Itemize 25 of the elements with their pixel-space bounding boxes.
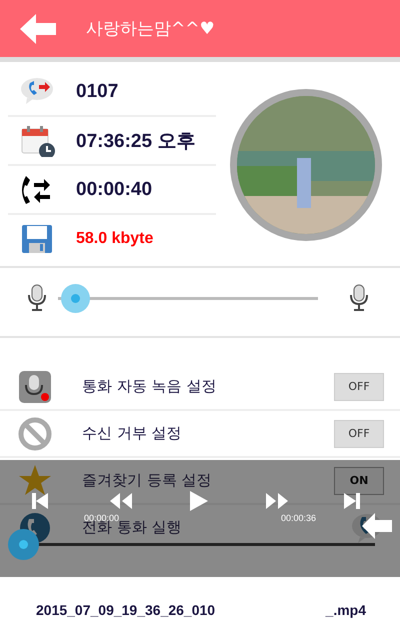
setting-label: 전화 통화 실행 [82, 520, 182, 536]
star-icon [18, 464, 52, 498]
rewind-icon[interactable] [108, 491, 134, 511]
setting-label: 즐겨찾기 등록 설정 [82, 472, 212, 488]
toggle-button[interactable]: ON [334, 466, 384, 494]
file-name: 2015_07_09_19_36_26_010 [36, 602, 216, 618]
detail-text: 58.0 kbyte [76, 230, 154, 248]
microphone-record-icon [18, 370, 52, 404]
toggle-button[interactable]: OFF [334, 420, 384, 448]
calendar-clock-icon [20, 124, 56, 156]
microphone-icon [26, 284, 48, 312]
prohibited-icon [18, 416, 52, 450]
back-arrow-icon[interactable] [20, 14, 56, 44]
header-title: 사랑하는맘^^♥ [86, 18, 215, 40]
setting-label: 통화 자동 녹음 설정 [82, 378, 216, 394]
detail-text: 00:00:40 [76, 178, 152, 200]
detail-text: 07:36:25 오후 [76, 130, 196, 154]
file-extension: _.mp4 [326, 602, 366, 618]
total-time: 00:00:36 [280, 513, 316, 523]
microphone-icon [348, 284, 370, 312]
toggle-button[interactable]: OFF [334, 372, 384, 400]
fast-forward-icon[interactable] [264, 491, 290, 511]
setting-label: 수신 거부 설정 [82, 426, 182, 442]
detail-text: 0107 [76, 80, 118, 102]
left-arrow-icon[interactable] [362, 513, 392, 539]
